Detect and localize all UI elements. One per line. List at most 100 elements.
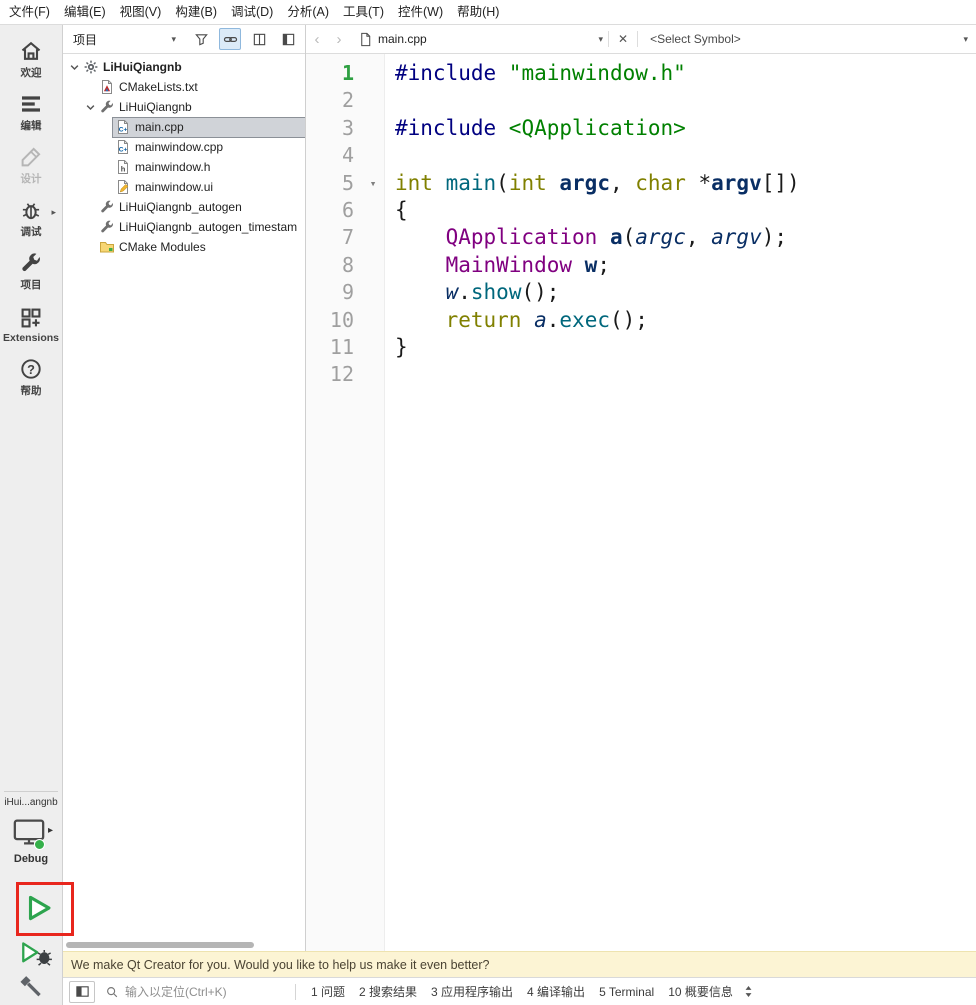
cpp-file-icon: C+ — [115, 139, 131, 155]
target-flyout-arrow-icon[interactable]: ▸ — [48, 825, 53, 836]
chevron-down-icon: ▾ — [171, 33, 176, 44]
menu-bar: 文件(F) 编辑(E) 视图(V) 构建(B) 调试(D) 分析(A) 工具(T) 控件(W)… — [0, 0, 976, 25]
mode-design[interactable]: 设计 — [0, 139, 62, 192]
mode-welcome[interactable]: 欢迎 — [0, 33, 62, 86]
mode-debug[interactable]: ▸ 调试 — [0, 192, 62, 245]
wrench-small-icon — [99, 99, 115, 115]
sync-with-editor-button[interactable] — [219, 28, 241, 50]
tree-item-cmake-modules[interactable]: CMake Modules — [63, 237, 305, 257]
panel-header-icons — [190, 28, 299, 50]
output-pane-5[interactable]: 10 概要信息 — [661, 983, 740, 1000]
symbol-selector-dropdown[interactable]: <Select Symbol> ▾ — [638, 32, 976, 46]
run-button[interactable] — [22, 891, 56, 925]
debug-icon — [19, 198, 43, 222]
fold-margin-cell — [362, 60, 384, 87]
output-pane-arrows-icon[interactable] — [743, 984, 754, 999]
menu-item-7[interactable]: 控件(W) — [391, 0, 450, 24]
mode-help[interactable]: ? 帮助 — [0, 351, 62, 404]
output-pane-2[interactable]: 3 应用程序输出 — [424, 983, 520, 1000]
document-icon — [358, 32, 373, 47]
toggle-sidebar-button[interactable] — [69, 980, 95, 1003]
mode-extensions[interactable]: Extensions — [0, 298, 62, 351]
fold-margin-cell — [362, 224, 384, 251]
fold-margin-cell — [362, 252, 384, 279]
svg-text:C+: C+ — [119, 146, 128, 153]
menu-item-0[interactable]: 文件(F) — [2, 0, 57, 24]
tree-item-main-cpp[interactable]: C+ main.cpp — [63, 116, 305, 138]
chevron-down-icon: ▾ — [598, 33, 603, 44]
editor-toolbar: ‹ › main.cpp ▾ ✕ <Select Symbol> ▾ — [306, 25, 976, 54]
output-pane-4[interactable]: 5 Terminal — [592, 985, 661, 999]
main-column: 项目 ▾ LiHuiQiangnb CMakeLists.txt LiHuiQi… — [63, 25, 976, 1005]
tree-item-mainwindow-cpp[interactable]: C+ mainwindow.cpp — [63, 137, 305, 157]
expander-chevron-icon[interactable] — [83, 103, 97, 112]
menu-item-5[interactable]: 分析(A) — [280, 0, 336, 24]
code-editor[interactable]: 1 2 3 4 5 6 7 8 9 10 11 12 ▾ #include "mainwindow.h… — [306, 54, 976, 951]
fold-marker-icon[interactable]: ▾ — [362, 170, 384, 197]
line-number: 6 — [341, 197, 354, 222]
build-button[interactable] — [16, 971, 44, 999]
tree-item-autogen[interactable]: LiHuiQiangnb_autogen — [63, 197, 305, 217]
menu-item-2[interactable]: 视图(V) — [113, 0, 169, 24]
code-line: int main(int argc, char *argv[]) — [395, 170, 800, 195]
locator-input[interactable]: 输入以定位(Ctrl+K) — [105, 983, 287, 1000]
split-icon — [252, 32, 267, 47]
expander-chevron-icon[interactable] — [67, 63, 81, 72]
search-icon — [105, 985, 119, 999]
tree-horizontal-scrollbar[interactable] — [63, 938, 305, 951]
tree-item-label: mainwindow.ui — [135, 180, 214, 194]
project-tree: LiHuiQiangnb CMakeLists.txt LiHuiQiangnb C+… — [63, 54, 305, 938]
open-document-dropdown[interactable]: main.cpp ▾ — [350, 32, 608, 47]
output-pane-0[interactable]: 1 问题 — [304, 983, 352, 1000]
fold-margin: ▾ — [362, 54, 385, 951]
code-area[interactable]: #include "mainwindow.h" #include <QApplic… — [385, 54, 976, 951]
tree-item-label: CMakeLists.txt — [119, 80, 198, 94]
menu-item-1[interactable]: 编辑(E) — [57, 0, 113, 24]
close-document-button[interactable]: ✕ — [609, 32, 637, 46]
line-number: 11 — [329, 334, 354, 359]
mode-sidebar: 欢迎 编辑 设计 ▸ 调试 项目 Extensions? 帮助 iHui...angnb ▸ … — [0, 25, 74, 1005]
line-number: 9 — [341, 280, 354, 305]
sidebar-divider — [4, 791, 58, 792]
navigate-forward-button[interactable]: › — [328, 31, 350, 48]
start-debug-button[interactable] — [18, 939, 54, 967]
home-icon — [19, 39, 43, 63]
menu-item-8[interactable]: 帮助(H) — [450, 0, 506, 24]
mode-label: 编辑 — [20, 120, 42, 132]
wrench-small-icon — [99, 199, 115, 215]
tree-item-subproject[interactable]: LiHuiQiangnb — [63, 97, 305, 117]
tree-item-autogen-timestamp[interactable]: LiHuiQiangnb_autogen_timestam — [63, 217, 305, 237]
mode-label: 项目 — [20, 279, 42, 291]
cmake-file-icon — [99, 79, 115, 95]
build-config-label[interactable]: Debug — [0, 853, 62, 865]
status-bar: 输入以定位(Ctrl+K) 1 问题 2 搜索结果 3 应用程序输出 4 编译输出 5 … — [63, 977, 976, 1005]
filter-button[interactable] — [190, 28, 212, 50]
panel-selector-dropdown[interactable]: 项目 ▾ — [69, 29, 180, 50]
menu-item-4[interactable]: 调试(D) — [224, 0, 280, 24]
navigate-back-button[interactable]: ‹ — [306, 31, 328, 48]
body-row: 欢迎 编辑 设计 ▸ 调试 项目 Extensions? 帮助 iHui...angnb ▸ … — [0, 25, 976, 1005]
tree-item-label: LiHuiQiangnb_autogen — [119, 200, 242, 214]
close-panel-button[interactable] — [277, 28, 299, 50]
menu-item-6[interactable]: 工具(T) — [336, 0, 391, 24]
code-line: MainWindow w; — [445, 252, 610, 277]
scrollbar-thumb[interactable] — [66, 942, 254, 948]
code-line: return a.exec(); — [445, 307, 648, 332]
mode-edit[interactable]: 编辑 — [0, 86, 62, 139]
split-view-button[interactable] — [248, 28, 270, 50]
mode-projects[interactable]: 项目 — [0, 245, 62, 298]
mode-label: Extensions — [2, 331, 60, 344]
tree-item-mainwindow-ui[interactable]: mainwindow.ui — [63, 177, 305, 197]
output-pane-3[interactable]: 4 编译输出 — [520, 983, 592, 1000]
menu-item-3[interactable]: 构建(B) — [168, 0, 224, 24]
tree-item-cmakelists[interactable]: CMakeLists.txt — [63, 77, 305, 97]
chevron-down-icon: ▾ — [963, 33, 968, 44]
mode-list: 欢迎编辑设计 ▸ 调试项目 Extensions ? 帮助 — [0, 25, 62, 404]
edit-icon — [19, 92, 43, 116]
project-panel-header: 项目 ▾ — [63, 25, 305, 54]
tree-item-mainwindow-h[interactable]: h mainwindow.h — [63, 157, 305, 177]
fold-margin-cell — [362, 279, 384, 306]
fold-margin-cell — [362, 142, 384, 169]
tree-item-project-root[interactable]: LiHuiQiangnb — [63, 57, 305, 77]
output-pane-1[interactable]: 2 搜索结果 — [352, 983, 424, 1000]
